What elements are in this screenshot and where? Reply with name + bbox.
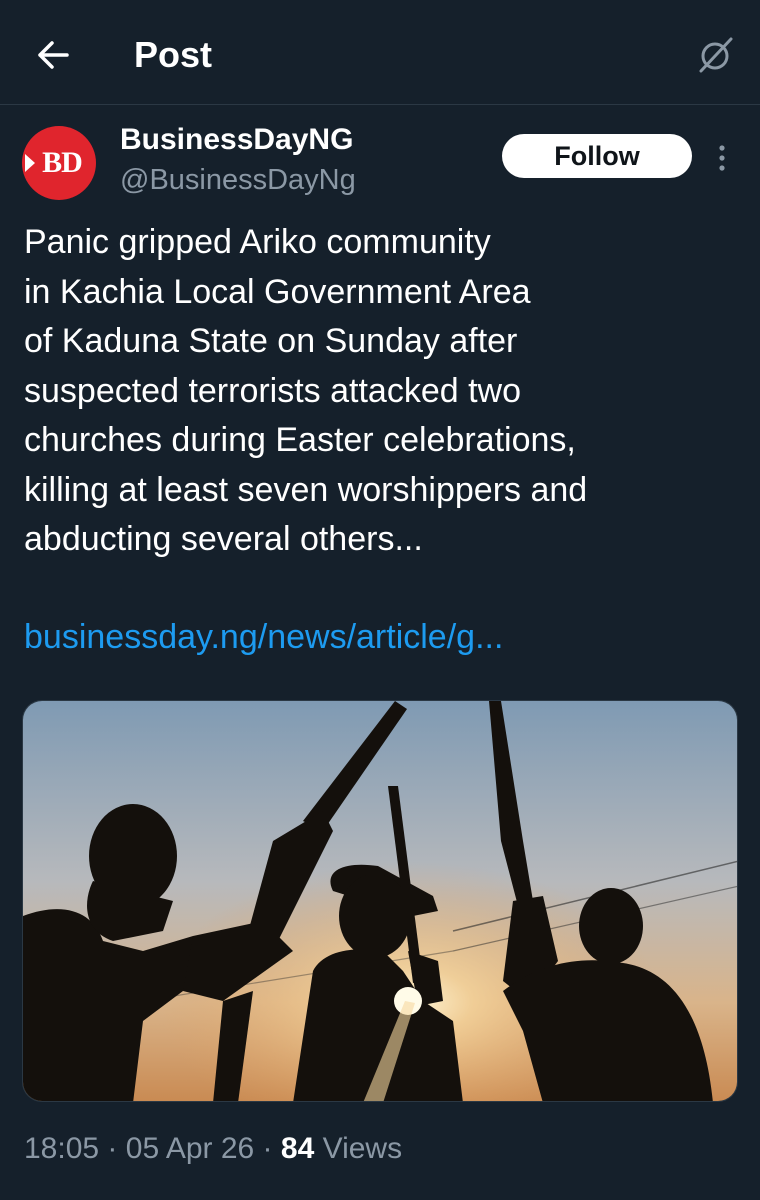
more-options-button[interactable] [706,140,738,176]
more-vertical-icon [719,145,725,171]
meta-separator: · [262,1132,273,1165]
views-label: Views [322,1132,403,1165]
post-meta: 18:05 · 05 Apr 26 · 84 Views [24,1132,402,1166]
author-display-name[interactable]: BusinessDayNG [120,123,353,157]
logo-chevron-icon [25,154,35,172]
post-time: 18:05 [24,1132,100,1165]
author-handle[interactable]: @BusinessDayNg [120,164,356,197]
arrow-left-icon [38,41,69,69]
top-bar: Post [0,0,760,105]
page-title: Post [134,34,213,75]
post-date: 05 Apr 26 [125,1132,255,1165]
follow-button[interactable]: Follow [502,134,692,178]
avatar-logo-text: BD [42,146,83,179]
avatar[interactable]: BD [22,126,96,200]
grok-button[interactable] [690,30,740,80]
meta-separator: · [107,1132,118,1165]
article-link[interactable]: businessday.ng/news/article/g... [24,618,503,657]
grok-icon [699,37,733,73]
views-count[interactable]: 84 [281,1132,314,1165]
post-detail-screen: Post BD BusinessDayNG @BusinessDayNg Fol… [0,0,760,1200]
back-button[interactable] [30,32,76,78]
silhouette-photo [23,701,737,1101]
post-text: Panic gripped Ariko community in Kachia … [24,223,588,558]
post-image[interactable] [22,700,738,1102]
